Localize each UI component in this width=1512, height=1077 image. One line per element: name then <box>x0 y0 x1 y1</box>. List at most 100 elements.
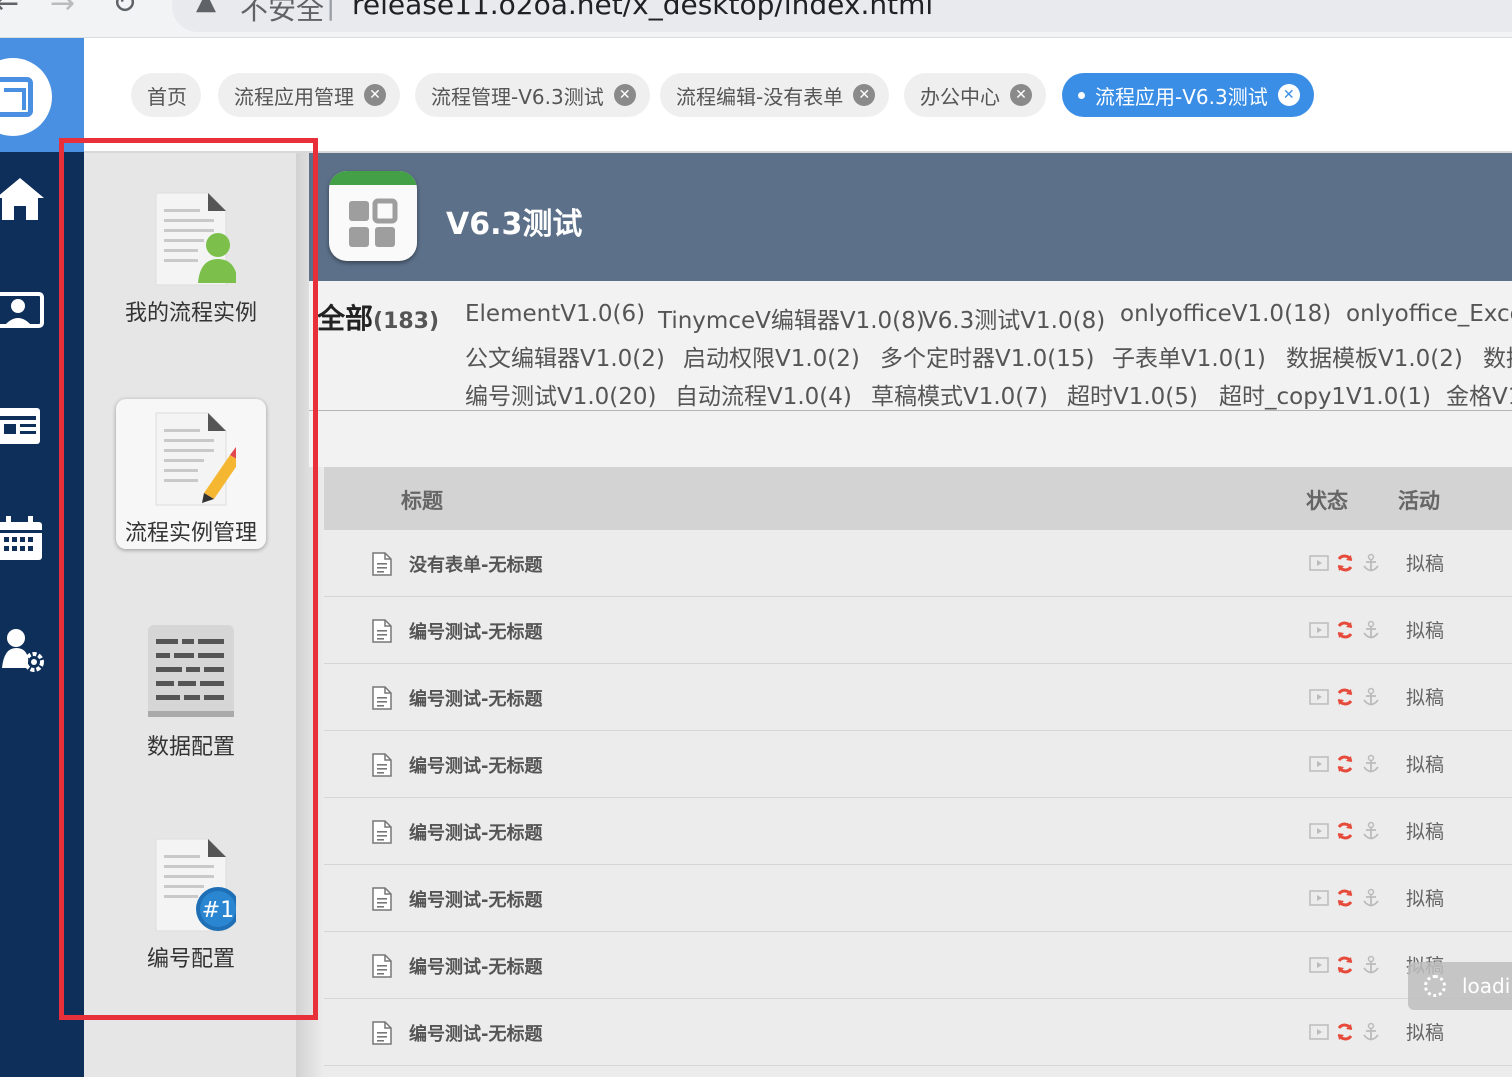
table-row[interactable]: 编号测试-无标题拟稿 <box>324 664 1512 731</box>
refresh-icon[interactable] <box>1335 620 1355 640</box>
close-icon[interactable]: ✕ <box>853 84 876 106</box>
play-icon[interactable] <box>1309 689 1329 705</box>
table-row[interactable]: 编号测试-无标题 拟稿 <box>324 865 1512 932</box>
play-icon[interactable] <box>1309 622 1329 638</box>
play-icon[interactable] <box>1309 823 1329 839</box>
document-pencil-icon <box>155 412 244 506</box>
play-icon[interactable] <box>1309 555 1329 571</box>
tab-office-center[interactable]: 办公中心 ✕ <box>904 73 1046 117</box>
forward-icon[interactable]: → <box>50 0 75 21</box>
anchor-icon[interactable] <box>1361 1022 1381 1042</box>
monitor-user-icon[interactable] <box>0 290 46 336</box>
anchor-icon[interactable] <box>1361 955 1381 975</box>
category-item[interactable]: 编号测试V1.0(20) <box>465 377 657 411</box>
close-icon[interactable]: ✕ <box>613 84 636 106</box>
category-item[interactable]: 数据 <box>1483 339 1512 373</box>
user-settings-icon[interactable] <box>0 628 46 674</box>
reload-icon[interactable]: ↻ <box>112 0 137 21</box>
play-icon[interactable] <box>1309 756 1329 772</box>
category-all[interactable]: 全部(183) <box>317 297 439 337</box>
calendar-icon[interactable] <box>0 516 46 562</box>
close-icon[interactable]: ✕ <box>1277 84 1300 106</box>
category-item[interactable]: 子表单V1.0(1) <box>1112 339 1266 373</box>
row-title[interactable]: 编号测试-无标题 <box>409 819 542 845</box>
anchor-icon[interactable] <box>1361 754 1381 774</box>
security-label[interactable]: 不安全 <box>240 0 324 28</box>
anchor-icon[interactable] <box>1361 821 1381 841</box>
table-row[interactable]: 没有表单-无标题 拟稿 <box>324 530 1512 597</box>
category-item[interactable]: 超时_copy1V1.0(1) <box>1219 377 1431 411</box>
refresh-icon[interactable] <box>1335 955 1355 975</box>
tab-label: 流程应用管理 <box>234 84 354 109</box>
category-item[interactable]: V6.3测试V1.0(8) <box>922 301 1105 335</box>
tab-process-manage[interactable]: 流程管理-V6.3测试 ✕ <box>415 73 650 117</box>
home-icon[interactable] <box>0 176 46 222</box>
row-title[interactable]: 编号测试-无标题 <box>409 1020 542 1046</box>
category-item[interactable]: onlyofficeV1.0(18) <box>1120 301 1331 327</box>
play-icon[interactable] <box>1309 890 1329 906</box>
warning-triangle-icon[interactable]: ▲ <box>196 0 216 16</box>
row-title[interactable]: 编号测试-无标题 <box>409 752 542 778</box>
category-item[interactable]: TinymceV编辑器V1.0(8) <box>658 301 925 335</box>
row-actions <box>1309 820 1381 842</box>
row-title[interactable]: 编号测试-无标题 <box>409 618 542 644</box>
anchor-icon[interactable] <box>1361 553 1381 573</box>
row-title[interactable]: 没有表单-无标题 <box>409 551 542 577</box>
o2oa-logo-icon[interactable] <box>0 58 52 136</box>
anchor-icon[interactable] <box>1361 687 1381 707</box>
file-icon <box>372 552 392 576</box>
refresh-icon[interactable] <box>1335 888 1355 908</box>
table-row[interactable]: 编号测试-无标题拟稿 <box>324 932 1512 999</box>
header-title[interactable]: 标题 <box>401 485 443 515</box>
row-actions <box>1309 1021 1381 1043</box>
row-title[interactable]: 编号测试-无标题 <box>409 886 542 912</box>
anchor-icon[interactable] <box>1361 888 1381 908</box>
row-title[interactable]: 编号测试-无标题 <box>409 685 542 711</box>
category-item[interactable]: 草稿模式V1.0(7) <box>871 377 1048 411</box>
category-item[interactable]: 金格V1 <box>1446 377 1512 411</box>
tab-home[interactable]: 首页 <box>131 73 201 117</box>
url-text[interactable]: release11.o2oa.net/x_desktop/index.html <box>352 0 933 21</box>
table-row[interactable]: 编号测试-无标题拟稿 <box>324 798 1512 865</box>
menu-item-instance-manage[interactable]: 流程实例管理 <box>116 399 266 549</box>
row-actions <box>1309 552 1381 574</box>
table-row[interactable]: 编号测试-无标题拟稿 <box>324 999 1512 1066</box>
refresh-icon[interactable] <box>1335 687 1355 707</box>
anchor-icon[interactable] <box>1361 620 1381 640</box>
process-app-menu: 我的流程实例 流程实例管理 数据配置 #1 编号配置 <box>84 153 296 1077</box>
close-icon[interactable]: ✕ <box>1010 84 1032 106</box>
back-icon[interactable]: ← <box>0 0 19 21</box>
category-item[interactable]: 启动权限V1.0(2) <box>683 339 860 373</box>
file-icon <box>372 686 392 710</box>
play-icon[interactable] <box>1309 1024 1329 1040</box>
refresh-icon[interactable] <box>1335 1022 1355 1042</box>
category-item[interactable]: ElementV1.0(6) <box>465 301 645 327</box>
app-header: V6.3测试 <box>309 153 1512 281</box>
category-item[interactable]: 数据模板V1.0(2) <box>1286 339 1463 373</box>
tab-process-app-manage[interactable]: 流程应用管理 ✕ <box>218 73 400 117</box>
menu-item-number-config[interactable]: #1 编号配置 <box>116 835 266 973</box>
category-item[interactable]: onlyoffice_Excel <box>1346 301 1512 327</box>
category-item[interactable]: 多个定时器V1.0(15) <box>880 339 1095 373</box>
row-title[interactable]: 编号测试-无标题 <box>409 953 542 979</box>
category-item[interactable]: 超时V1.0(5) <box>1067 377 1198 411</box>
tab-process-app[interactable]: 流程应用-V6.3测试 ✕ <box>1062 73 1314 117</box>
refresh-icon[interactable] <box>1335 553 1355 573</box>
category-item[interactable]: 自动流程V1.0(4) <box>675 377 852 411</box>
close-icon[interactable]: ✕ <box>364 84 386 106</box>
menu-item-data-config[interactable]: 数据配置 <box>116 623 266 761</box>
active-dot-icon <box>1078 91 1085 99</box>
tab-process-edit[interactable]: 流程编辑-没有表单 ✕ <box>660 73 890 117</box>
category-item[interactable]: 公文编辑器V1.0(2) <box>465 339 665 373</box>
row-status: 拟稿 <box>1406 888 1445 910</box>
header-activity[interactable]: 活动 <box>1398 485 1440 515</box>
news-icon[interactable] <box>0 404 46 450</box>
table-row[interactable]: 编号测试-无标题拟稿 <box>324 597 1512 664</box>
play-icon[interactable] <box>1309 957 1329 973</box>
category-filter: 全部(183) ElementV1.0(6) TinymceV编辑器V1.0(8… <box>309 281 1512 411</box>
refresh-icon[interactable] <box>1335 821 1355 841</box>
menu-item-my-instances[interactable]: 我的流程实例 <box>116 189 266 327</box>
refresh-icon[interactable] <box>1335 754 1355 774</box>
table-row[interactable]: 编号测试-无标题拟稿 <box>324 731 1512 798</box>
header-status[interactable]: 状态 <box>1306 485 1348 515</box>
